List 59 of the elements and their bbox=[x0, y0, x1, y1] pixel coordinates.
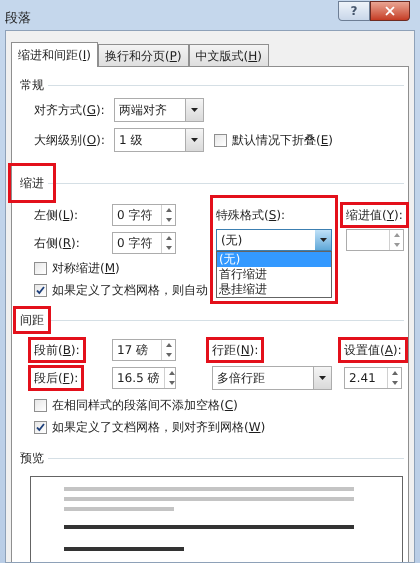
caret-down-icon bbox=[320, 238, 326, 242]
section-heading: 常规 bbox=[20, 77, 44, 94]
field-label: 大纲级别(O): bbox=[34, 132, 106, 149]
check-icon bbox=[36, 422, 45, 432]
window-title: 段落 bbox=[5, 10, 31, 28]
tab[interactable]: 中文版式(H) bbox=[188, 44, 269, 66]
section-heading: 间距 bbox=[13, 306, 51, 334]
tab[interactable]: 换行和分页(P) bbox=[98, 44, 189, 66]
dropdown-arrow-button[interactable] bbox=[315, 230, 331, 250]
caret-down-icon bbox=[191, 108, 198, 112]
spinner-field[interactable]: 0 字符 bbox=[112, 204, 176, 226]
caret-down-icon bbox=[191, 138, 198, 142]
checkbox-label[interactable]: 如果定义了文档网格，则自动 bbox=[52, 281, 208, 299]
section-heading: 缩进 bbox=[8, 163, 56, 203]
checkbox[interactable] bbox=[34, 262, 47, 274]
check-icon bbox=[36, 286, 45, 294]
spinner-field[interactable]: 16.5 磅 bbox=[112, 367, 176, 389]
close-button[interactable] bbox=[370, 1, 410, 21]
checkbox-label[interactable]: 对称缩进(M) bbox=[52, 259, 120, 277]
field-label: 段后(F): bbox=[28, 365, 84, 391]
checkbox-label[interactable]: 如果定义了文档网格，则对齐到网格(W) bbox=[52, 418, 266, 436]
caret-down-icon bbox=[319, 376, 326, 380]
field-label: 行距(N): bbox=[206, 337, 264, 363]
spin-arrows-icon[interactable] bbox=[161, 233, 175, 253]
section-heading: 预览 bbox=[20, 450, 44, 467]
field-label: 对齐方式(G): bbox=[34, 102, 106, 119]
dropdown[interactable]: (无) bbox=[216, 229, 332, 251]
dropdown-arrow-button[interactable] bbox=[185, 99, 203, 121]
spin-arrows-icon[interactable] bbox=[161, 340, 175, 360]
field-label: 缩进值(Y): bbox=[340, 202, 409, 228]
field-label: 特殊格式(S): bbox=[216, 207, 286, 224]
field-label: 设置值(A): bbox=[338, 337, 408, 363]
dropdown-arrow-button[interactable] bbox=[313, 367, 331, 389]
checkbox[interactable] bbox=[214, 134, 227, 146]
spinner-field[interactable]: 2.41 bbox=[344, 367, 402, 389]
spinner-field[interactable]: 0 字符 bbox=[112, 232, 176, 254]
dropdown[interactable]: 两端对齐 bbox=[114, 98, 204, 122]
dropdown-arrow-button[interactable] bbox=[185, 129, 203, 151]
tab[interactable]: 缩进和间距(I) bbox=[11, 42, 98, 67]
help-button[interactable]: ? bbox=[338, 1, 370, 21]
spin-arrows-icon[interactable] bbox=[164, 368, 178, 388]
spinner-field[interactable] bbox=[346, 229, 404, 251]
dropdown-option[interactable]: 悬挂缩进 bbox=[217, 282, 331, 297]
field-label: 段前(B): bbox=[28, 337, 86, 363]
checkbox-label[interactable]: 在相同样式的段落间不添加空格(C) bbox=[52, 396, 238, 414]
close-icon bbox=[383, 4, 397, 18]
dropdown[interactable]: 多倍行距 bbox=[212, 366, 332, 390]
dropdown[interactable]: 1 级 bbox=[114, 128, 204, 152]
spin-arrows-icon[interactable] bbox=[389, 230, 403, 250]
spin-arrows-icon[interactable] bbox=[387, 368, 401, 388]
checkbox[interactable] bbox=[34, 398, 47, 412]
checkbox[interactable] bbox=[34, 284, 47, 296]
field-label: 左侧(L): bbox=[34, 207, 80, 224]
spinner-field[interactable]: 17 磅 bbox=[112, 339, 176, 361]
field-label: 右侧(R): bbox=[34, 235, 81, 252]
checkbox-label[interactable]: 默认情况下折叠(E) bbox=[232, 131, 333, 149]
spin-arrows-icon[interactable] bbox=[161, 205, 175, 225]
dropdown-option[interactable]: 首行缩进 bbox=[217, 267, 331, 282]
checkbox[interactable] bbox=[34, 420, 47, 434]
